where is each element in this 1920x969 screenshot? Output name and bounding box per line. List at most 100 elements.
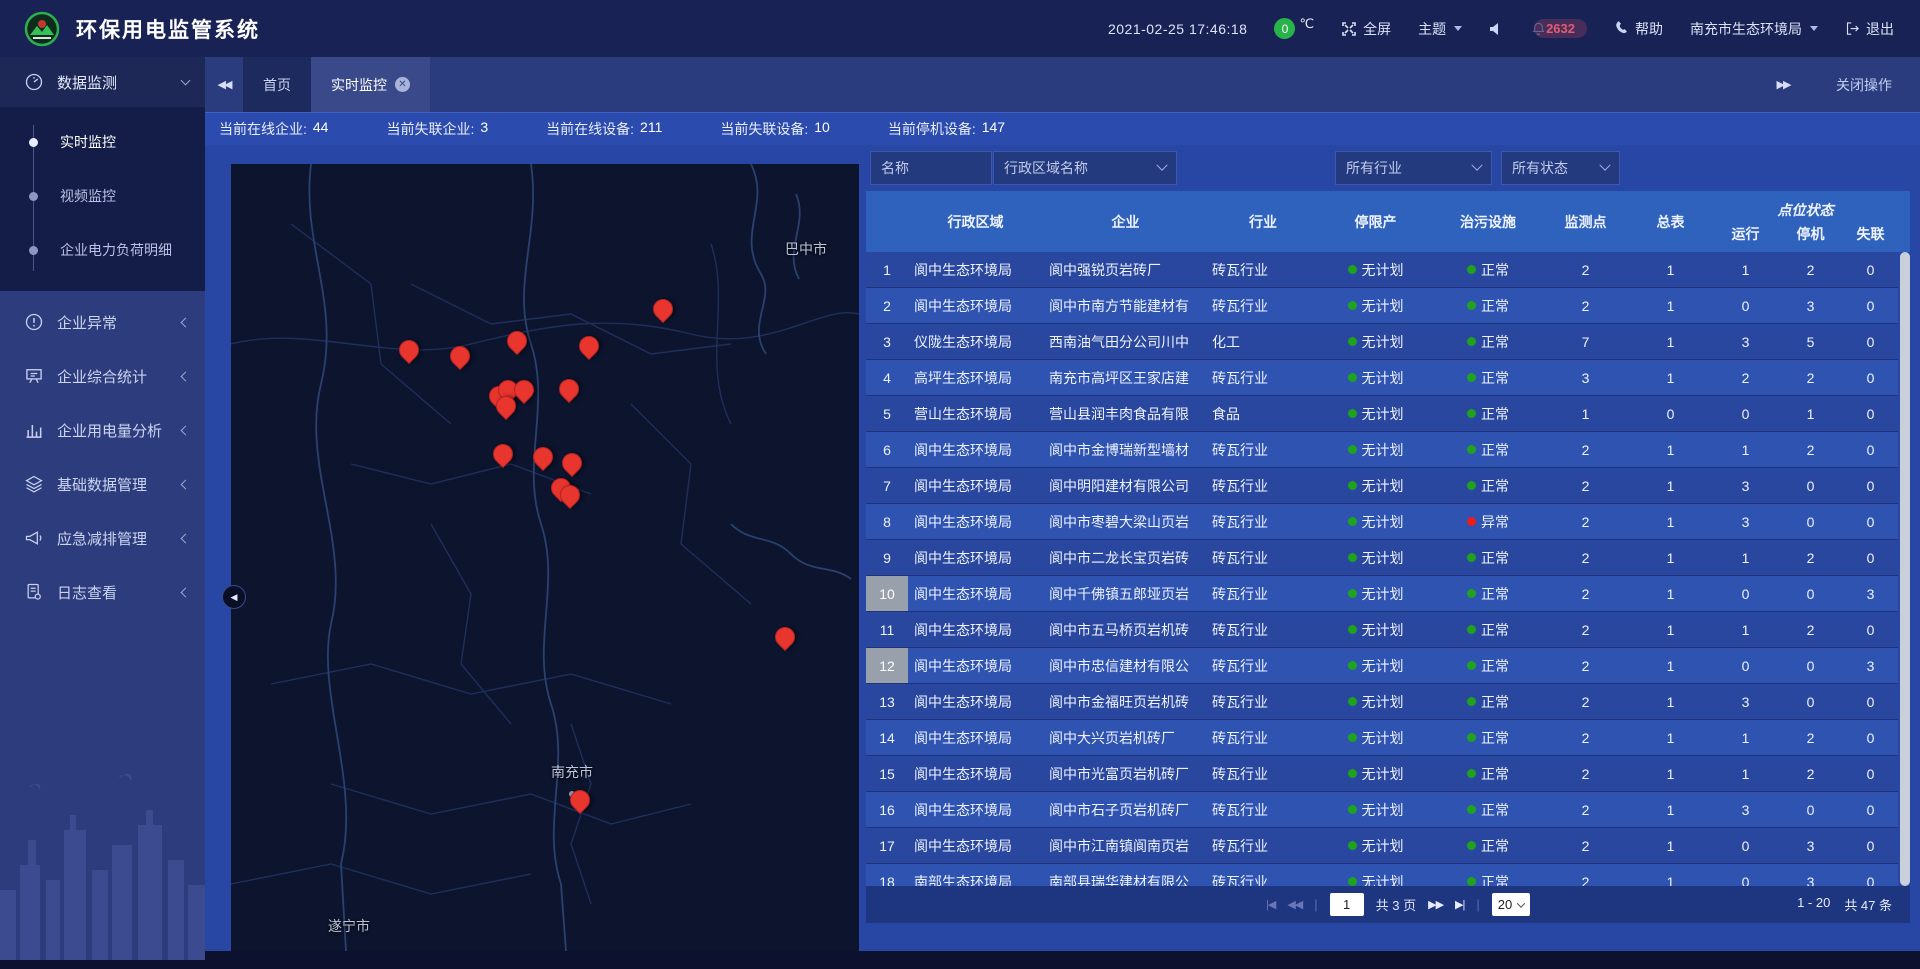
table-row[interactable]: 9 阆中生态环境局 阆中市二龙长宝页岩砖 砖瓦行业 无计划	[866, 540, 1898, 576]
temperature-badge: 0	[1274, 18, 1295, 39]
sidebar-item-enterprise-statistics[interactable]: 企业综合统计	[0, 349, 205, 403]
table-row[interactable]: 12 阆中生态环境局 阆中市忠信建材有限公 砖瓦行业 无计划	[866, 648, 1898, 684]
row-index: 9	[866, 540, 908, 575]
panel-collapse-button[interactable]: ◀	[222, 585, 246, 609]
chevron-left-icon	[181, 425, 191, 435]
org-menu[interactable]: 南充市生态环境局	[1690, 19, 1818, 39]
sidebar-item-base-data[interactable]: 基础数据管理	[0, 457, 205, 511]
name-filter-field[interactable]	[870, 151, 992, 185]
cell-enterprise: 阆中千佛镇五郎垭页岩	[1043, 576, 1208, 611]
cell-plan-status: 无计划	[1318, 540, 1433, 575]
sidebar-item-video-monitoring[interactable]: 视频监控	[0, 169, 205, 223]
prev-page-button[interactable]: ◀◀	[1287, 898, 1302, 911]
cell-industry: 砖瓦行业	[1208, 756, 1318, 791]
sidebar-item-enterprise-abnormal[interactable]: 企业异常	[0, 295, 205, 349]
table-row[interactable]: 15 阆中生态环境局 阆中市光富页岩机砖厂 砖瓦行业 无计划	[866, 756, 1898, 792]
cell-facility-status: 正常	[1433, 288, 1543, 323]
cell-run-count: 1	[1713, 756, 1778, 791]
cell-run-count: 0	[1713, 864, 1778, 886]
map-panel: 巴中市 南充市 遂宁市	[231, 164, 859, 951]
cell-run-count: 3	[1713, 504, 1778, 539]
table-row[interactable]: 6 阆中生态环境局 阆中市金博瑞新型墙材 砖瓦行业 无计划	[866, 432, 1898, 468]
cell-monitor-count: 2	[1543, 504, 1628, 539]
mute-button[interactable]	[1489, 22, 1504, 36]
chevron-left-icon	[181, 479, 191, 489]
col-stop: 停机	[1778, 224, 1843, 244]
sidebar-item-power-load-detail[interactable]: 企业电力负荷明细	[0, 223, 205, 277]
tab-realtime-monitoring[interactable]: 实时监控 ✕	[311, 57, 430, 112]
fullscreen-button[interactable]: 全屏	[1341, 19, 1391, 39]
log-document-icon	[24, 582, 44, 602]
sidebar-item-log-view[interactable]: 日志查看	[0, 565, 205, 619]
table-row[interactable]: 13 阆中生态环境局 阆中市金福旺页岩机砖 砖瓦行业 无计划	[866, 684, 1898, 720]
cell-lost-count: 0	[1843, 288, 1898, 323]
sidebar-item-emergency-reduction[interactable]: 应急减排管理	[0, 511, 205, 565]
table-row[interactable]: 14 阆中生态环境局 阆中大兴页岩机砖厂 砖瓦行业 无计划	[866, 720, 1898, 756]
cell-meter-count: 0	[1628, 396, 1713, 431]
cell-monitor-count: 2	[1543, 864, 1628, 886]
table-row[interactable]: 8 阆中生态环境局 阆中市枣碧大梁山页岩 砖瓦行业 无计划	[866, 504, 1898, 540]
chevron-left-icon	[181, 371, 191, 381]
table-row[interactable]: 3 仪陇生态环境局 西南油气田分公司川中 化工 无计划	[866, 324, 1898, 360]
cell-run-count: 0	[1713, 396, 1778, 431]
cell-industry: 砖瓦行业	[1208, 432, 1318, 467]
logout-button[interactable]: 退出	[1845, 19, 1894, 39]
table-row[interactable]: 11 阆中生态环境局 阆中市五马桥页岩机砖 砖瓦行业 无计划	[866, 612, 1898, 648]
table-row[interactable]: 17 阆中生态环境局 阆中市江南镇阆南页岩 砖瓦行业 无计划	[866, 828, 1898, 864]
cell-run-count: 1	[1713, 540, 1778, 575]
cell-industry: 砖瓦行业	[1208, 612, 1318, 647]
table-row[interactable]: 16 阆中生态环境局 阆中市石子页岩机砖厂 砖瓦行业 无计划	[866, 792, 1898, 828]
cell-industry: 砖瓦行业	[1208, 360, 1318, 395]
table-row[interactable]: 10 阆中生态环境局 阆中千佛镇五郎垭页岩 砖瓦行业 无计划	[866, 576, 1898, 612]
name-search-input[interactable]	[881, 160, 981, 176]
cell-plan-status: 无计划	[1318, 756, 1433, 791]
col-plan: 停限产	[1318, 191, 1433, 252]
cell-industry: 化工	[1208, 324, 1318, 359]
help-button[interactable]: 帮助	[1614, 19, 1663, 39]
sidebar-item-realtime-monitoring[interactable]: 实时监控	[0, 115, 205, 169]
bullet-icon	[29, 246, 38, 255]
stat-item: 当前失联企业: 3	[386, 119, 488, 139]
map-city-label: 巴中市	[785, 239, 827, 259]
table-scrollbar[interactable]	[1900, 252, 1910, 886]
logout-icon	[1845, 21, 1860, 36]
table-row[interactable]: 2 阆中生态环境局 阆中市南方节能建材有 砖瓦行业 无计划	[866, 288, 1898, 324]
row-index: 11	[866, 612, 908, 647]
page-size-select[interactable]: 20	[1492, 893, 1530, 916]
table-row[interactable]: 18 南部生态环境局 南部县瑞华建材有限公 砖瓦行业 无计划	[866, 864, 1898, 886]
table-row[interactable]: 5 营山生态环境局 营山县润丰肉食品有限 食品 无计划	[866, 396, 1898, 432]
cell-enterprise: 阆中市南方节能建材有	[1043, 288, 1208, 323]
cell-plan-status: 无计划	[1318, 324, 1433, 359]
close-operations-button[interactable]: 关闭操作	[1836, 75, 1892, 95]
cell-lost-count: 0	[1843, 792, 1898, 827]
cell-industry: 砖瓦行业	[1208, 252, 1318, 287]
page-number-input[interactable]	[1330, 893, 1364, 916]
temperature-indicator: 0 ℃	[1274, 18, 1314, 39]
status-filter-select[interactable]: 所有状态	[1501, 151, 1620, 185]
status-dot-icon	[1467, 589, 1476, 598]
cell-meter-count: 1	[1628, 540, 1713, 575]
table-row[interactable]: 4 高坪生态环境局 南充市高坪区王家店建 砖瓦行业 无计划	[866, 360, 1898, 396]
first-page-button[interactable]: |◀	[1266, 898, 1275, 911]
industry-filter-select[interactable]: 所有行业	[1335, 151, 1492, 185]
notifications-button[interactable]: 2632	[1531, 19, 1587, 38]
tabs-scroll-left-button[interactable]: ◀◀	[205, 57, 243, 112]
presentation-board-icon	[24, 366, 44, 386]
sidebar-item-data-monitoring[interactable]: 数据监测	[0, 57, 205, 107]
status-dot-icon	[1467, 337, 1476, 346]
status-dot-icon	[1348, 841, 1357, 850]
table-rows: 1 阆中生态环境局 阆中强锐页岩砖厂 砖瓦行业 无计划	[866, 252, 1898, 886]
col-industry: 行业	[1208, 191, 1318, 252]
table-row[interactable]: 7 阆中生态环境局 阆中明阳建材有限公司 砖瓦行业 无计划	[866, 468, 1898, 504]
cell-stop-count: 2	[1778, 540, 1843, 575]
next-page-button[interactable]: ▶▶	[1428, 898, 1443, 911]
tab-home[interactable]: 首页	[243, 57, 311, 112]
sidebar-item-electricity-analysis[interactable]: 企业用电量分析	[0, 403, 205, 457]
tabs-scroll-right-button[interactable]: ▶▶	[1764, 78, 1802, 91]
cell-stop-count: 0	[1778, 792, 1843, 827]
theme-button[interactable]: 主题	[1418, 19, 1462, 39]
region-filter-select[interactable]: 行政区域名称	[993, 151, 1177, 185]
last-page-button[interactable]: ▶|	[1455, 898, 1464, 911]
close-tab-icon[interactable]: ✕	[395, 77, 410, 92]
table-row[interactable]: 1 阆中生态环境局 阆中强锐页岩砖厂 砖瓦行业 无计划	[866, 252, 1898, 288]
